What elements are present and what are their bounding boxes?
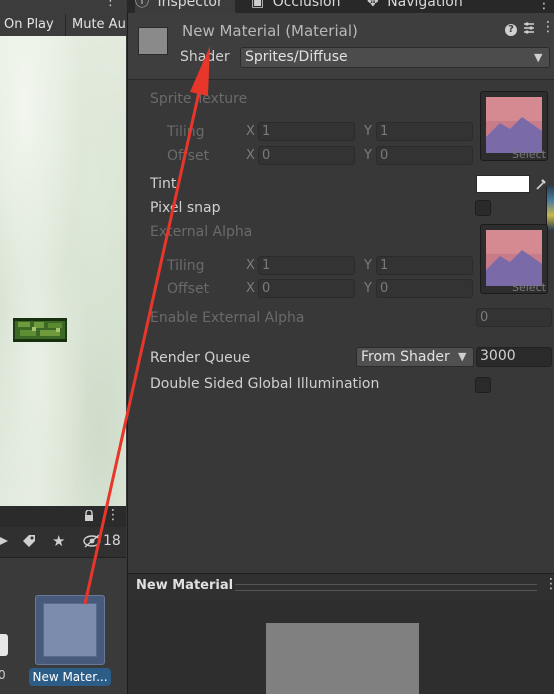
annotation-arrow bbox=[83, 46, 210, 605]
